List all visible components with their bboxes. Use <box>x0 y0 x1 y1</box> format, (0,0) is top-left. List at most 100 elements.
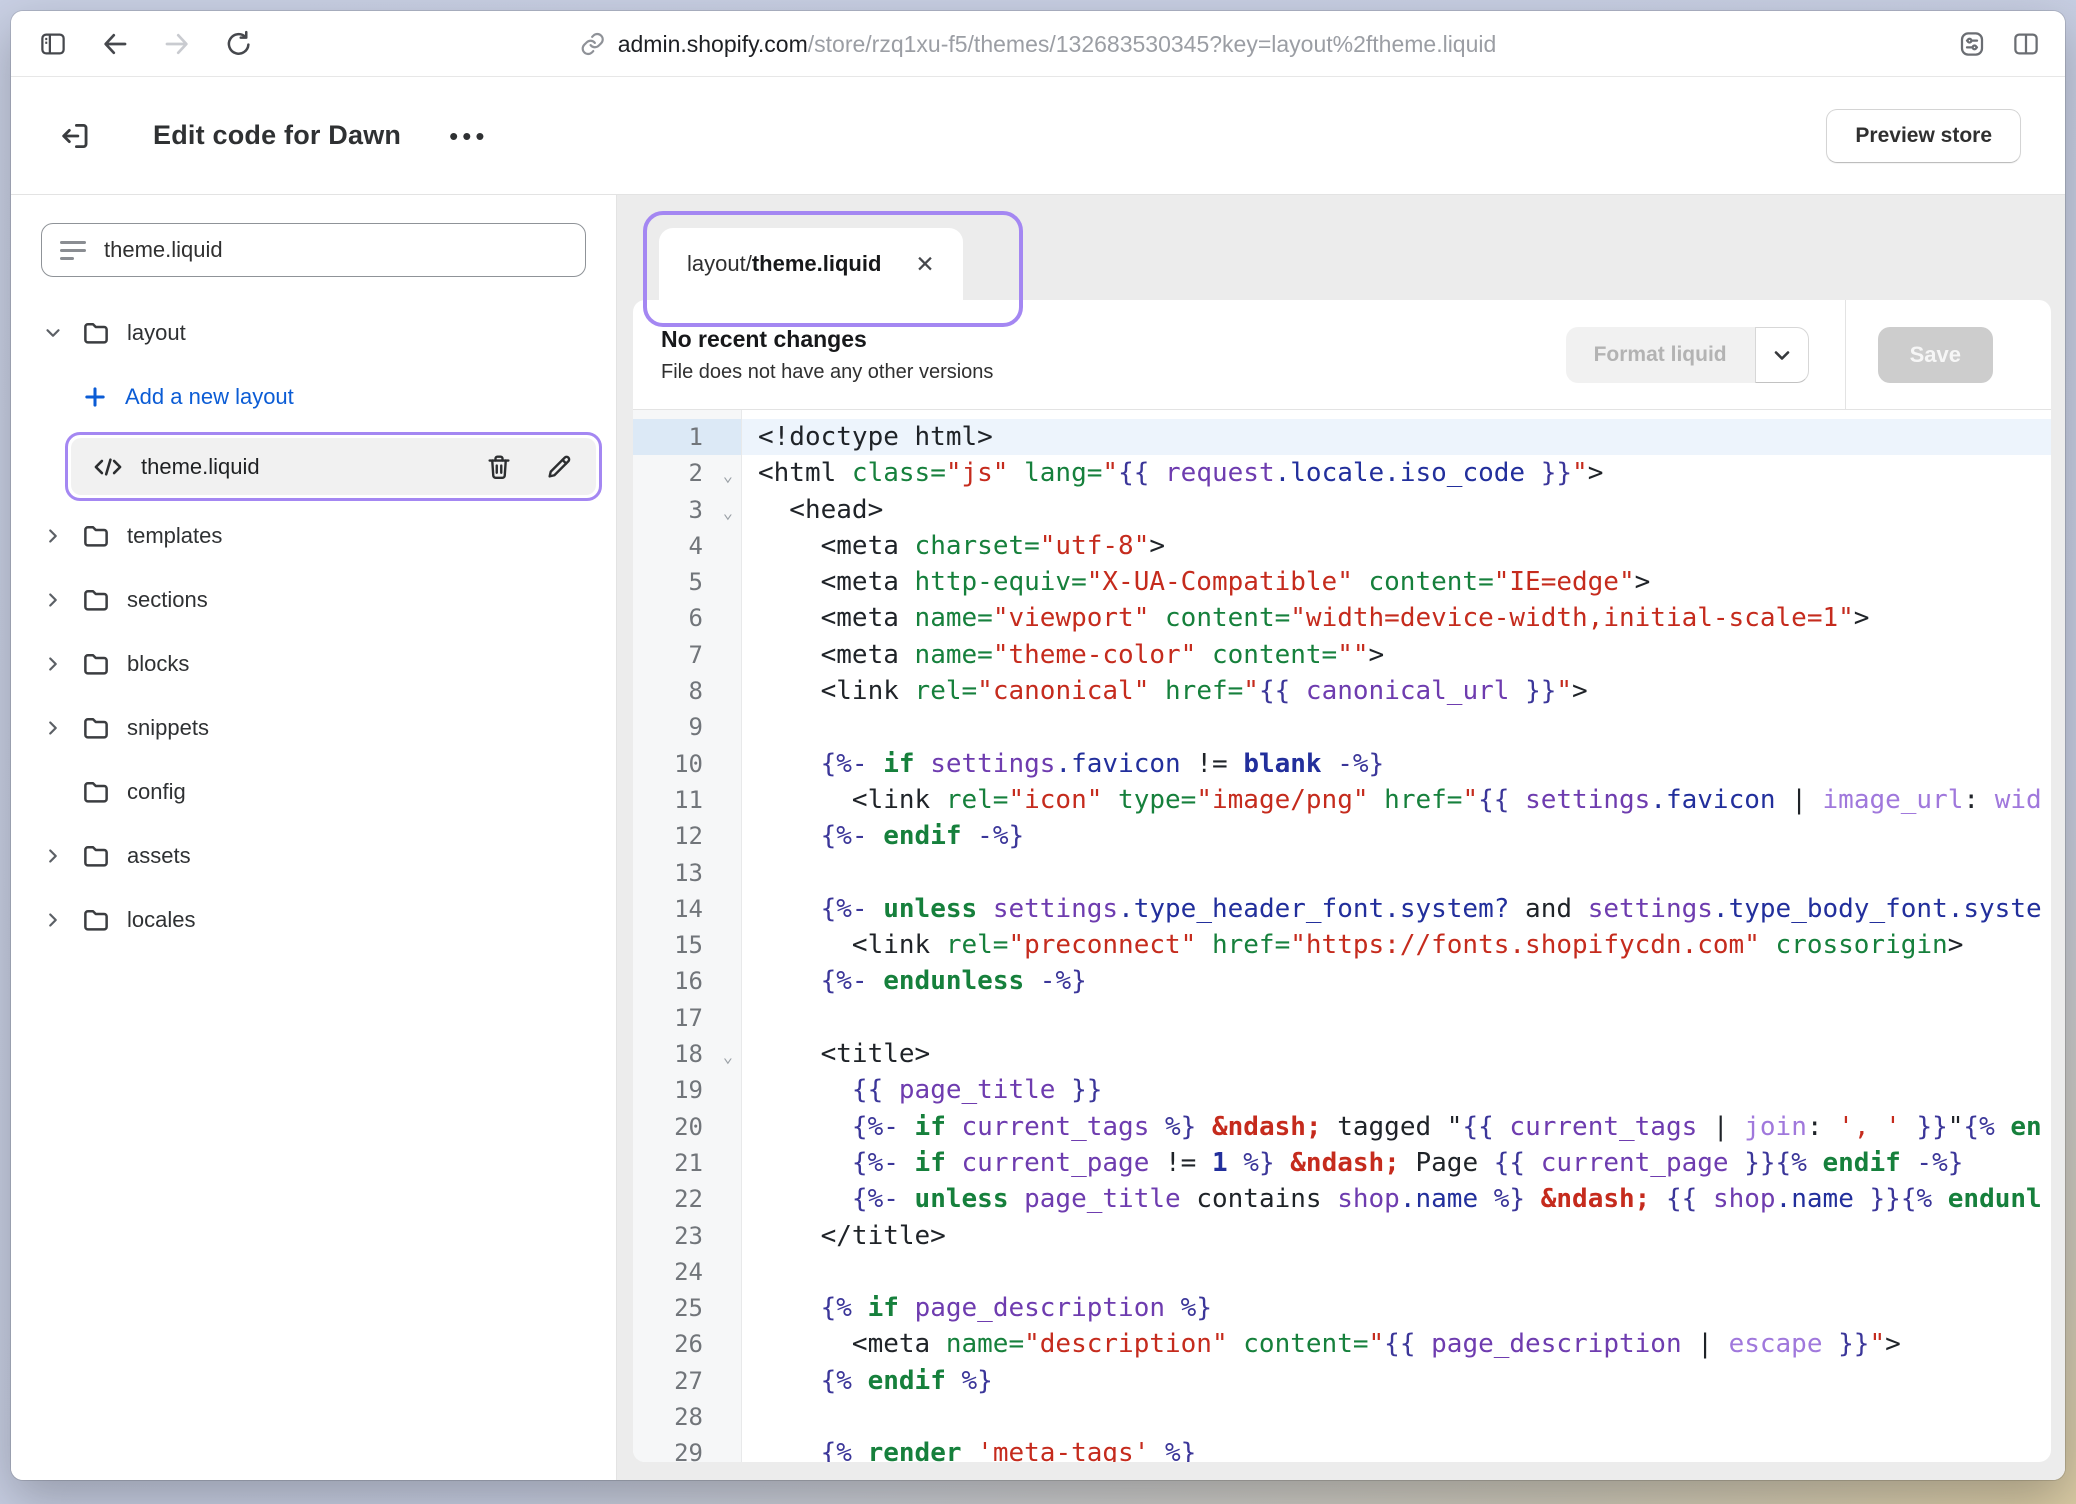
line-number: 18⌄ <box>633 1036 741 1072</box>
line-number: 23 <box>633 1218 741 1254</box>
sidebar-toggle-icon[interactable] <box>37 28 69 60</box>
file-search-box[interactable] <box>41 223 586 277</box>
code-line[interactable]: <meta name="description" content="{{ pag… <box>742 1326 2051 1362</box>
search-input[interactable] <box>104 237 567 263</box>
line-number: 26 <box>633 1326 741 1362</box>
code-line[interactable]: <meta name="theme-color" content=""> <box>742 637 2051 673</box>
code-line[interactable]: <link rel="canonical" href="{{ canonical… <box>742 673 2051 709</box>
sidebar-item-templates[interactable]: templates <box>41 504 602 568</box>
code-line[interactable]: {%- endunless -%} <box>742 963 2051 999</box>
fold-toggle-icon[interactable]: ⌄ <box>723 495 733 531</box>
chevron-right-icon[interactable] <box>41 524 65 548</box>
editor-pane: layout/theme.liquid ✕ No recent changes … <box>617 195 2065 1480</box>
code-line[interactable]: {%- if settings.favicon != blank -%} <box>742 746 2051 782</box>
sidebar-item-layout[interactable]: layout <box>41 301 602 365</box>
line-number: 4 <box>633 528 741 564</box>
chevron-down-icon[interactable] <box>41 321 65 345</box>
line-number: 21 <box>633 1145 741 1181</box>
save-button[interactable]: Save <box>1878 327 1993 383</box>
code-file-icon <box>91 452 125 482</box>
sidebar-item-locales[interactable]: locales <box>41 888 602 952</box>
more-actions-button[interactable]: ••• <box>449 131 488 141</box>
page-settings-icon[interactable] <box>1957 29 1987 59</box>
chevron-right-icon[interactable] <box>41 716 65 740</box>
link-icon <box>580 31 606 57</box>
sidebar-item-config[interactable]: config <box>41 760 602 824</box>
line-number: 3⌄ <box>633 492 741 528</box>
chevron-right-icon[interactable] <box>41 588 65 612</box>
code-line[interactable] <box>742 855 2051 891</box>
code-editor[interactable]: 12⌄3⌄456789101112131415161718⌄1920212223… <box>633 410 2051 1462</box>
line-number-gutter: 12⌄3⌄456789101112131415161718⌄1920212223… <box>633 410 742 1462</box>
trash-icon[interactable] <box>484 452 514 482</box>
folder-icon <box>81 777 111 807</box>
code-line[interactable]: {%- if current_page != 1 %} &ndash; Page… <box>742 1145 2051 1181</box>
exit-editor-icon[interactable] <box>55 116 95 156</box>
item-label: templates <box>127 523 222 549</box>
code-line[interactable]: <html class="js" lang="{{ request.locale… <box>742 455 2051 491</box>
sidebar-item-assets[interactable]: assets <box>41 824 602 888</box>
line-number: 27 <box>633 1363 741 1399</box>
line-number: 6 <box>633 600 741 636</box>
chevron-right-icon[interactable] <box>41 908 65 932</box>
code-line[interactable]: {% endif %} <box>742 1363 2051 1399</box>
line-number: 14 <box>633 891 741 927</box>
code-line[interactable] <box>742 1399 2051 1435</box>
code-line[interactable]: <!doctype html> <box>742 419 2051 455</box>
folder-icon <box>81 649 111 679</box>
fold-toggle-icon[interactable]: ⌄ <box>723 458 733 494</box>
sidebar-item-snippets[interactable]: snippets <box>41 696 602 760</box>
url-host: admin.shopify.com <box>618 31 808 57</box>
sidebar-item-sections[interactable]: sections <box>41 568 602 632</box>
plus-icon <box>81 383 109 411</box>
preview-store-button[interactable]: Preview store <box>1826 109 2021 163</box>
reload-icon[interactable] <box>223 28 255 60</box>
add-new-layout-button[interactable]: Add a new layout <box>81 365 602 429</box>
fold-toggle-icon[interactable]: ⌄ <box>723 1039 733 1075</box>
forward-icon[interactable] <box>161 28 193 60</box>
code-line[interactable]: <head> <box>742 492 2051 528</box>
code-line[interactable]: {% if page_description %} <box>742 1290 2051 1326</box>
back-icon[interactable] <box>99 28 131 60</box>
code-line[interactable]: {{ page_title }} <box>742 1072 2051 1108</box>
pencil-icon[interactable] <box>544 452 574 482</box>
code-line[interactable] <box>742 1000 2051 1036</box>
code-line[interactable]: {%- unless page_title contains shop.name… <box>742 1181 2051 1217</box>
code-content[interactable]: <!doctype html><html class="js" lang="{{… <box>742 410 2051 1462</box>
file-sidebar: layout Add a new layout theme.liquid templa… <box>11 195 617 1480</box>
code-line[interactable]: <meta charset="utf-8"> <box>742 528 2051 564</box>
code-line[interactable]: <link rel="icon" type="image/png" href="… <box>742 782 2051 818</box>
selected-file-outline: theme.liquid <box>65 432 602 501</box>
code-line[interactable]: <link rel="preconnect" href="https://fon… <box>742 927 2051 963</box>
address-bar[interactable]: admin.shopify.com/store/rzq1xu-f5/themes… <box>580 11 1497 77</box>
close-tab-icon[interactable]: ✕ <box>915 253 934 276</box>
editor-toolbar: No recent changes File does not have any… <box>633 300 2051 410</box>
chevron-right-icon[interactable] <box>41 652 65 676</box>
code-line[interactable] <box>742 709 2051 745</box>
item-label: layout <box>127 320 186 346</box>
tab-theme-liquid[interactable]: layout/theme.liquid ✕ <box>659 228 963 300</box>
code-line[interactable]: </title> <box>742 1218 2051 1254</box>
code-line[interactable]: {%- endif -%} <box>742 818 2051 854</box>
code-line[interactable] <box>742 1254 2051 1290</box>
code-line[interactable]: {%- unless settings.type_header_font.sys… <box>742 891 2051 927</box>
folder-icon <box>81 905 111 935</box>
format-liquid-button[interactable]: Format liquid <box>1566 327 1755 383</box>
split-view-icon[interactable] <box>2011 29 2041 59</box>
code-line[interactable]: {%- if current_tags %} &ndash; tagged "{… <box>742 1109 2051 1145</box>
file-tree: layout Add a new layout theme.liquid templa… <box>41 301 602 952</box>
line-number: 12 <box>633 818 741 854</box>
code-line[interactable]: <meta name="viewport" content="width=dev… <box>742 600 2051 636</box>
code-line[interactable]: <meta http-equiv="X-UA-Compatible" conte… <box>742 564 2051 600</box>
item-label: Add a new layout <box>125 384 294 410</box>
format-options-dropdown[interactable] <box>1755 327 1809 383</box>
chevron-right-icon[interactable] <box>41 844 65 868</box>
line-number: 25 <box>633 1290 741 1326</box>
sidebar-item-blocks[interactable]: blocks <box>41 632 602 696</box>
sidebar-item-theme.liquid[interactable]: theme.liquid <box>71 438 596 495</box>
folder-icon <box>81 713 111 743</box>
code-line[interactable]: {% render 'meta-tags' %} <box>742 1435 2051 1462</box>
code-line[interactable]: <title> <box>742 1036 2051 1072</box>
tab-bar: layout/theme.liquid ✕ <box>617 195 2065 300</box>
item-label: locales <box>127 907 195 933</box>
